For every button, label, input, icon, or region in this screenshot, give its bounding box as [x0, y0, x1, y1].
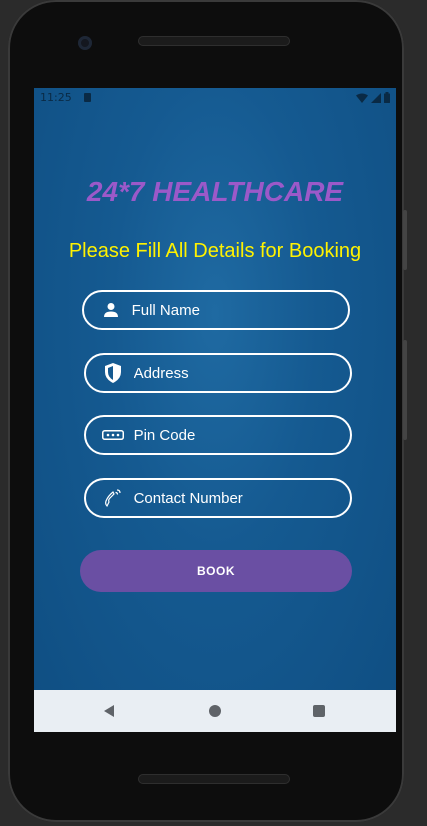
password-dots-icon — [100, 423, 126, 447]
app-screen: 11:25 24*7 HEALTHCARE Please Fill All De… — [34, 88, 396, 732]
power-button — [403, 340, 407, 440]
signal-icon — [371, 92, 381, 103]
contact-number-field[interactable] — [84, 478, 352, 518]
address-input[interactable] — [133, 364, 350, 382]
recents-icon[interactable] — [313, 705, 325, 717]
status-icons — [356, 92, 390, 103]
pin-code-field[interactable] — [84, 415, 352, 455]
book-button[interactable]: BOOK — [80, 550, 352, 592]
app-title: 24*7 HEALTHCARE — [86, 176, 344, 207]
booking-subtitle: Please Fill All Details for Booking — [68, 240, 362, 262]
contact-number-input[interactable] — [133, 489, 350, 507]
wifi-icon — [356, 93, 368, 103]
status-time: 11:25 — [40, 91, 72, 104]
battery-icon — [384, 92, 390, 103]
person-icon — [98, 298, 124, 322]
volume-button — [403, 210, 407, 270]
back-icon[interactable] — [102, 704, 116, 718]
shield-icon — [100, 361, 126, 385]
address-field[interactable] — [84, 353, 352, 393]
full-name-field[interactable] — [82, 290, 350, 330]
full-name-input[interactable] — [131, 301, 348, 319]
phone-icon — [100, 486, 126, 510]
sd-card-icon — [84, 93, 91, 102]
status-bar: 11:25 — [34, 88, 396, 108]
bottom-speaker — [138, 774, 290, 784]
navigation-bar — [34, 690, 396, 732]
pin-code-input[interactable] — [133, 426, 350, 444]
device-frame: 11:25 24*7 HEALTHCARE Please Fill All De… — [8, 0, 407, 822]
earpiece-speaker — [138, 36, 290, 46]
home-icon[interactable] — [209, 705, 221, 717]
front-camera — [78, 36, 92, 50]
